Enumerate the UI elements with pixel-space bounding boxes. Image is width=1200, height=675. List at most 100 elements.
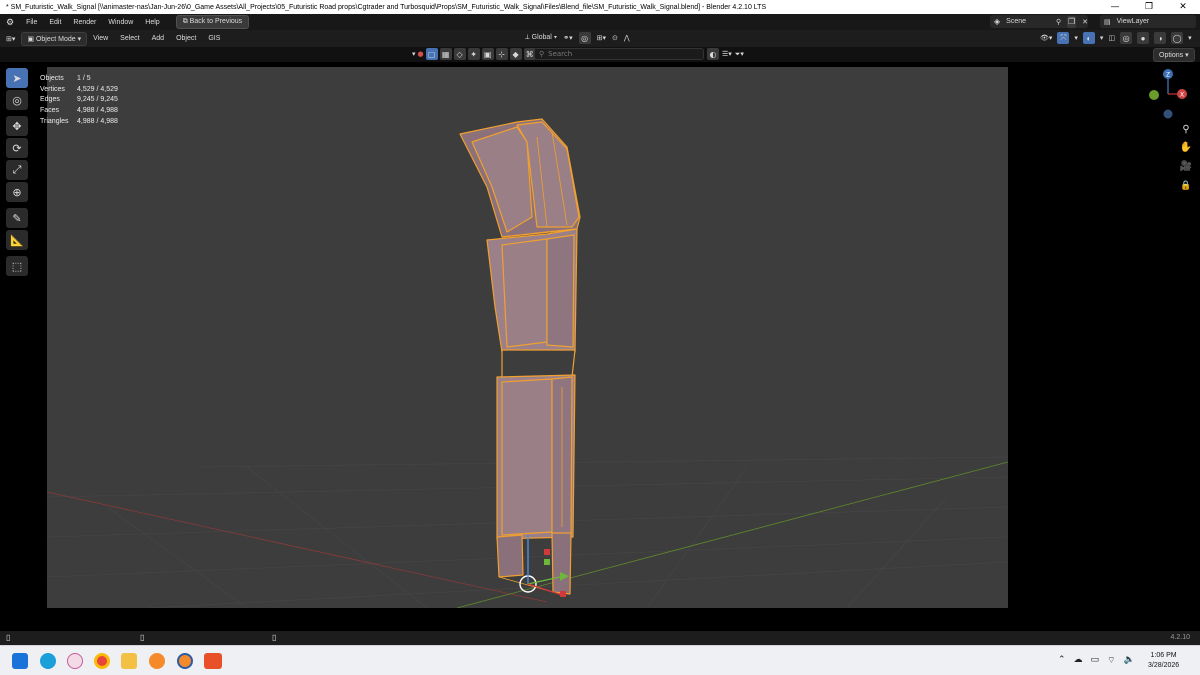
pin-icon[interactable]: ⚲ — [1056, 18, 1061, 26]
blender-taskbar-icon[interactable] — [149, 653, 165, 669]
mouse-left-icon: ▯ — [6, 633, 11, 642]
shading-dropdown-icon[interactable]: ▾ — [1188, 34, 1192, 42]
back-to-previous-button[interactable]: ⧉ Back to Previous — [175, 15, 250, 29]
scale-tool[interactable]: ⤢ — [6, 160, 28, 180]
light-filter-icon[interactable]: ✦ — [467, 48, 480, 60]
select-mode-icon[interactable]: ▢ — [425, 48, 438, 60]
annotate-tool[interactable]: ✎ — [6, 208, 28, 228]
stat-label: Edges — [40, 96, 60, 104]
volume-icon[interactable]: 🔈 — [1124, 655, 1135, 666]
rotate-tool[interactable]: ⟳ — [6, 138, 28, 158]
app-orange-icon[interactable] — [204, 653, 222, 669]
file-explorer-icon[interactable] — [121, 653, 137, 669]
scene-selector[interactable]: ◈ Scene ⚲ ❐ ✕ — [990, 15, 1088, 28]
mouse-right-icon: ▯ — [272, 633, 277, 642]
mode-dropdown[interactable]: ▣ Object Mode ▾ — [21, 31, 88, 46]
options-dropdown[interactable]: Options ▾ — [1153, 48, 1195, 62]
falloff-icon[interactable]: ⋀ — [624, 34, 630, 42]
select-box-tool[interactable]: ➤ — [6, 68, 28, 88]
material-shading-icon[interactable]: ◑ — [1154, 32, 1167, 44]
menu-view[interactable]: View — [87, 35, 114, 42]
filter-dropdown-icon[interactable]: ▾ — [412, 50, 416, 58]
editor-type-icon[interactable]: ⊞▾ — [0, 35, 21, 43]
camera-view-icon[interactable]: 🎥 — [1180, 159, 1192, 172]
blender-active-taskbar-icon[interactable] — [177, 653, 193, 669]
menu-add[interactable]: Add — [146, 35, 170, 42]
app-x-icon[interactable] — [67, 653, 83, 669]
viewlayer-label: ViewLayer — [1116, 18, 1150, 25]
orientation-label: Global — [531, 34, 552, 41]
solid-shading-icon[interactable]: ● — [1137, 32, 1150, 44]
menu-render[interactable]: Render — [67, 19, 102, 26]
cursor-tool[interactable]: ◎ — [6, 90, 28, 110]
empty-filter-icon[interactable]: ⊹ — [495, 48, 508, 60]
orientation-dropdown[interactable]: ⟂ Global ▾ — [525, 34, 557, 42]
menu-gis[interactable]: GIS — [202, 35, 226, 42]
move-tool[interactable]: ✥ — [6, 116, 28, 136]
stat-row: Objects 1 / 5 — [40, 74, 118, 85]
menu-select[interactable]: Select — [114, 35, 145, 42]
other-filter-icon[interactable]: ◆ — [509, 48, 522, 60]
network-icon[interactable]: ▭ — [1091, 655, 1100, 666]
display-mode-icon[interactable]: ☰▾ — [722, 50, 732, 58]
cloud-off-icon[interactable]: ☁ — [1074, 655, 1083, 666]
maximize-button[interactable]: ❐ — [1132, 2, 1166, 12]
windows-start-icon[interactable] — [12, 653, 28, 669]
funnel-icon[interactable]: ⏷▾ — [735, 50, 744, 59]
xray-icon[interactable]: ◫ — [1108, 34, 1115, 42]
chrome-browser-icon[interactable] — [94, 653, 110, 669]
filter-row: ▾ ● ▢ ▦ ◇ ✦ ▣ ⊹ ◆ ⌘ ⚲ Search ◐ ☰▾ ⏷▾ — [0, 47, 1200, 62]
gizmo-dropdown-icon[interactable]: ▾ — [1074, 34, 1078, 42]
search-input[interactable]: ⚲ Search — [534, 48, 704, 60]
minimize-button[interactable]: — — [1098, 2, 1132, 12]
stat-row: Vertices 4,529 / 4,529 — [40, 85, 118, 96]
cube-add-icon: ⬚ — [11, 259, 23, 273]
snap-target-icon[interactable]: ⊞▾ — [597, 34, 606, 42]
taskbar-clock[interactable]: 1:06 PM 3/28/2026 — [1148, 651, 1179, 671]
pivot-icon[interactable]: ⚭▾ — [563, 34, 572, 42]
zoom-icon[interactable]: ⚲ — [1182, 124, 1189, 135]
menu-file[interactable]: File — [20, 19, 43, 26]
menu-help[interactable]: Help — [139, 19, 165, 26]
add-cube-tool[interactable]: ⬚ — [6, 256, 28, 276]
transform-tool[interactable]: ⊕ — [6, 182, 28, 202]
wifi-icon[interactable]: ⌔ — [1107, 655, 1115, 666]
proportional-edit-icon[interactable]: ⊙ — [612, 34, 618, 42]
close-button[interactable]: ✕ — [1166, 2, 1200, 12]
color-icon[interactable]: ● — [418, 50, 424, 58]
move-icon: ✥ — [12, 119, 22, 133]
menu-window[interactable]: Window — [102, 19, 139, 26]
overlay-toggle-icon[interactable]: ◐ — [1082, 32, 1095, 44]
curve-filter-icon[interactable]: ◇ — [453, 48, 466, 60]
pan-hand-icon[interactable]: ✋ — [1180, 140, 1192, 153]
x-axis-handle[interactable]: X — [1177, 89, 1187, 99]
walk-signal-mesh[interactable] — [459, 118, 581, 595]
wireframe-shading-icon[interactable]: ◎ — [1120, 32, 1133, 44]
sort-icon[interactable]: ◐ — [707, 48, 719, 60]
measure-tool[interactable]: 📐 — [6, 230, 28, 250]
mode-label: Object Mode — [35, 35, 76, 43]
mesh-filter-icon[interactable]: ▦ — [439, 48, 452, 60]
menu-edit[interactable]: Edit — [43, 19, 67, 26]
edge-browser-icon[interactable] — [40, 653, 56, 669]
blender-logo-icon[interactable]: ⚙ — [0, 17, 20, 28]
viewlayer-selector[interactable]: ▤ ViewLayer — [1100, 15, 1196, 28]
remove-scene-icon[interactable]: ✕ — [1082, 18, 1088, 26]
stat-row: Faces 4,988 / 4,988 — [40, 106, 118, 117]
scene-canvas — [47, 118, 1008, 608]
new-scene-icon[interactable]: ❐ — [1067, 15, 1077, 28]
visibility-icon[interactable]: 👁▾ — [1040, 34, 1052, 42]
z-axis-handle[interactable]: Z — [1163, 69, 1173, 79]
camera-filter-icon[interactable]: ▣ — [481, 48, 494, 60]
lock-icon[interactable]: 🔒 — [1180, 180, 1191, 191]
neg-z-axis-handle[interactable] — [1163, 109, 1173, 119]
chevron-up-icon[interactable]: ⌃ — [1058, 655, 1066, 666]
3d-viewport[interactable] — [47, 67, 1008, 608]
options-label: Options — [1159, 52, 1184, 59]
y-axis-handle[interactable] — [1149, 90, 1159, 100]
menu-object[interactable]: Object — [170, 35, 202, 42]
snap-icon[interactable]: ◎ — [578, 32, 591, 44]
overlay-dropdown-icon[interactable]: ▾ — [1100, 34, 1104, 42]
rendered-shading-icon[interactable]: ◯ — [1171, 32, 1184, 44]
gizmo-toggle-icon[interactable]: ⤧ — [1057, 32, 1070, 44]
